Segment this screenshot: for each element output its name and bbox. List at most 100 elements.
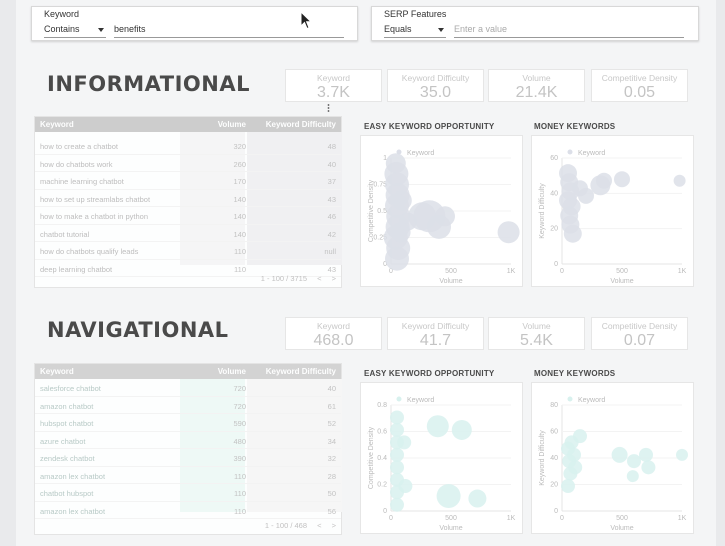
cell-volume: 590 <box>233 419 246 428</box>
table-row[interactable]: hubspot chatbot 590 52 <box>35 414 341 432</box>
header-volume[interactable]: Volume <box>218 120 246 129</box>
scatter-point <box>390 447 404 462</box>
kpi-card: Keyword 3.7K <box>285 69 382 102</box>
cell-difficulty: 43 <box>327 264 336 274</box>
x-tick-label: 500 <box>616 515 628 522</box>
cell-volume: 110 <box>234 489 246 498</box>
legend-label: Keyword <box>578 397 605 404</box>
table-row[interactable]: amazon lex chatbot 110 56 <box>35 502 341 519</box>
cell-volume: 480 <box>233 436 246 446</box>
x-tick-label: 0 <box>560 515 564 522</box>
table-row[interactable]: how do chatbots work 260 40 <box>35 155 341 172</box>
scatter-chart-money-informational[interactable]: Keyword 0 500 1K 0 20 40 60 Volume Keyword Diffic… <box>531 135 694 287</box>
header-keyword[interactable]: Keyword <box>40 120 74 129</box>
table-row[interactable]: machine learning chatbot 170 37 <box>35 172 341 190</box>
table-row[interactable]: azure chatbot 480 34 <box>35 432 341 449</box>
x-tick-label: 1K <box>678 515 687 522</box>
x-tick-label: 1K <box>678 268 687 275</box>
keyword-table-informational[interactable]: Keyword Volume Keyword Difficulty how to… <box>34 116 342 288</box>
cell-keyword: azure chatbot <box>40 436 86 446</box>
table-header: Keyword Volume Keyword Difficulty <box>35 117 341 132</box>
serp-value-input[interactable]: Enter a value <box>454 24 684 38</box>
cell-difficulty: 56 <box>327 506 336 516</box>
scatter-point <box>398 479 413 494</box>
table-row[interactable]: amazon chatbot 720 61 <box>35 397 341 414</box>
cell-keyword: how do chatbots work <box>40 159 113 169</box>
cell-difficulty: 40 <box>327 384 336 393</box>
cell-volume: 110 <box>234 506 246 516</box>
more-options-icon[interactable] <box>327 104 330 112</box>
serp-operator-value: Equals <box>384 24 412 34</box>
y-tick-label: 0 <box>554 508 558 515</box>
cell-difficulty: 50 <box>327 489 336 498</box>
chart-title-money-keywords-navigational: MONEY KEYWORDS <box>534 369 616 378</box>
kpi-label: Keyword Difficulty <box>401 321 470 331</box>
cell-volume: 320 <box>233 142 246 151</box>
table-row[interactable]: chatbot hubspot 110 50 <box>35 484 341 502</box>
serp-features-filter[interactable]: SERP Features Equals Enter a value <box>371 6 699 41</box>
legend-label: Keyword <box>407 397 434 404</box>
y-tick-label: 20 <box>550 482 558 489</box>
keyword-filter-label: Keyword <box>44 9 80 19</box>
scatter-point <box>676 448 688 461</box>
cell-difficulty: 40 <box>327 159 336 169</box>
cell-keyword: how do chatbots qualify leads <box>40 247 139 256</box>
table-row[interactable]: how to make a chatbot in python 140 46 <box>35 207 341 225</box>
next-page-button[interactable]: > <box>332 521 336 530</box>
table-row[interactable]: chatbot tutorial 140 42 <box>35 225 341 242</box>
scatter-point <box>390 410 404 425</box>
scatter-point <box>385 246 409 271</box>
cell-volume: 140 <box>233 194 246 204</box>
scatter-point <box>391 190 412 211</box>
cell-difficulty: 46 <box>327 212 336 221</box>
header-keyword-difficulty[interactable]: Keyword Difficulty <box>266 120 336 129</box>
table-row[interactable]: zendesk chatbot 390 32 <box>35 449 341 467</box>
table-row[interactable]: amazon lex chatbot 110 28 <box>35 467 341 484</box>
header-volume[interactable]: Volume <box>218 367 246 376</box>
cell-difficulty: 28 <box>327 471 336 481</box>
scatter-point <box>563 224 582 243</box>
x-tick-label: 1K <box>507 515 516 522</box>
scatter-chart-easy-navigational[interactable]: Keyword 0 500 1K 0 0.2 0.4 0.6 0.8 Volume Competit… <box>360 382 523 534</box>
legend-label: Keyword <box>578 150 605 157</box>
legend-marker <box>567 396 573 402</box>
x-tick-label: 500 <box>616 268 628 275</box>
scatter-point <box>639 447 653 462</box>
scatter-point <box>436 484 461 509</box>
keyword-table-navigational[interactable]: Keyword Volume Keyword Difficulty salesf… <box>34 363 342 535</box>
prev-page-button[interactable]: < <box>317 521 321 530</box>
table-row[interactable]: how to set up streamlabs chatbot 140 43 <box>35 190 341 207</box>
cell-keyword: chatbot tutorial <box>40 229 90 239</box>
table-row[interactable]: how do chatbots qualify leads 110 null <box>35 242 341 260</box>
serp-operator-dropdown[interactable]: Equals <box>384 24 446 38</box>
chart-title-money-keywords-informational: MONEY KEYWORDS <box>534 122 616 131</box>
keyword-operator-dropdown[interactable]: Contains <box>44 24 106 38</box>
header-keyword-difficulty[interactable]: Keyword Difficulty <box>266 367 336 376</box>
scatter-chart-money-navigational[interactable]: Keyword 0 500 1K 0 20 40 60 80 Volume Keyword Diff… <box>531 382 694 534</box>
scatter-point <box>468 489 487 508</box>
cell-keyword: machine learning chatbot <box>40 177 124 186</box>
y-tick-label: 40 <box>550 455 558 462</box>
kpi-value: 21.4K <box>515 84 558 101</box>
cell-difficulty: null <box>324 247 336 256</box>
next-page-button[interactable]: > <box>332 274 336 283</box>
section-title-navigational: NAVIGATIONAL <box>47 318 229 342</box>
kpi-value: 35.0 <box>419 84 452 101</box>
x-tick-label: 0 <box>560 268 564 275</box>
prev-page-button[interactable]: < <box>317 274 321 283</box>
scatter-point <box>497 221 520 244</box>
cell-keyword: how to set up streamlabs chatbot <box>40 194 151 204</box>
scatter-point <box>568 460 583 475</box>
cell-difficulty: 52 <box>327 419 336 428</box>
table-row[interactable]: how to create a chatbot 320 48 <box>35 137 341 155</box>
kpi-card: Keyword Difficulty 41.7 <box>387 317 484 350</box>
section-title-informational: INFORMATIONAL <box>47 72 250 96</box>
header-keyword[interactable]: Keyword <box>40 367 74 376</box>
cell-volume: 110 <box>234 471 246 481</box>
table-pagination: 1 - 100 / 468 < > <box>257 521 336 530</box>
table-row[interactable]: salesforce chatbot 720 40 <box>35 379 341 397</box>
scatter-chart-easy-informational[interactable]: Keyword 0 500 1K 0 0.25 0.5 0.75 1 Volume Competit… <box>360 135 523 287</box>
table-pagination: 1 - 100 / 3715 < > <box>253 274 336 283</box>
x-tick-label: 0 <box>389 515 393 522</box>
chevron-down-icon <box>98 28 104 32</box>
